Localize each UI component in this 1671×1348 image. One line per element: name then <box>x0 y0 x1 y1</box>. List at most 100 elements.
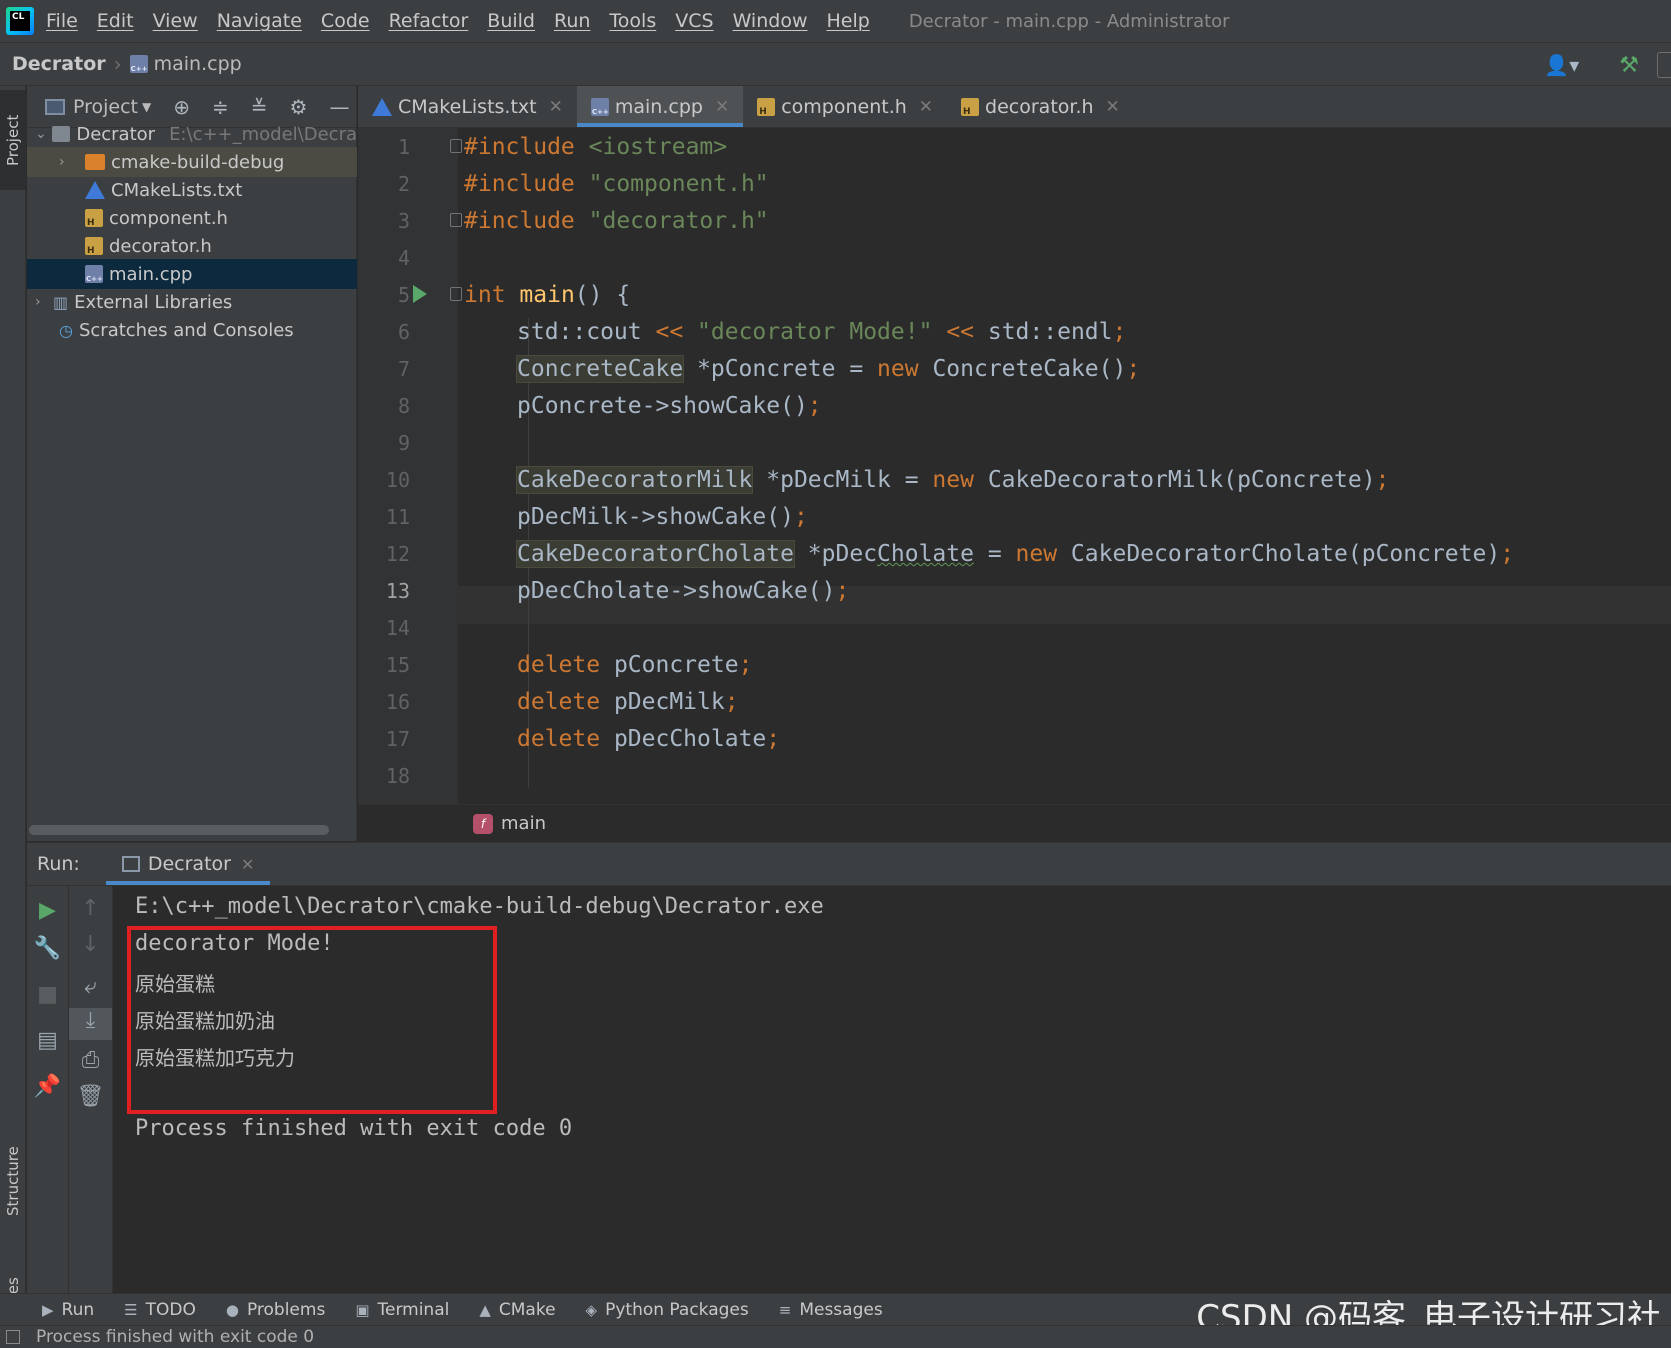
tree-item-cmakelists[interactable]: CMakeLists.txt <box>27 175 357 205</box>
fold-marker-icon[interactable] <box>450 213 462 227</box>
tool-button-todo[interactable]: ☰ TODO <box>124 1300 196 1320</box>
code-editor[interactable]: 1 2 3 4 5 6 7 8 9 10 11 12 13 14 15 16 1… <box>358 128 1671 804</box>
close-icon[interactable]: ✕ <box>919 97 933 117</box>
code-token: ConcreteCake() <box>918 356 1127 382</box>
code-token: *pDecMilk = <box>752 467 933 493</box>
collapse-all-icon[interactable]: ≚ <box>251 95 268 119</box>
arrow-down-icon[interactable]: ↓ <box>69 932 112 957</box>
stop-icon[interactable]: ■ <box>27 982 68 1007</box>
tab-decorator-h[interactable]: decorator.h ✕ <box>947 86 1134 127</box>
line-number: 7 <box>397 357 410 381</box>
tab-main-cpp[interactable]: main.cpp ✕ <box>576 86 744 127</box>
line-number: 14 <box>385 616 410 640</box>
layout-icon[interactable]: ▤ <box>27 1028 68 1053</box>
hide-panel-icon[interactable]: — <box>329 95 349 119</box>
cpp-file-icon <box>590 97 609 116</box>
tree-item-scratches[interactable]: ◷ Scratches and Consoles <box>27 315 357 345</box>
tab-label: component.h <box>781 95 907 118</box>
line-number: 10 <box>385 468 410 492</box>
tab-cmakelists[interactable]: CMakeLists.txt ✕ <box>358 86 577 127</box>
user-account-icon[interactable]: 👤▾ <box>1544 53 1579 77</box>
rerun-icon[interactable]: ▶ <box>27 898 68 923</box>
run-configuration-selector[interactable] <box>1657 52 1671 78</box>
clion-logo-icon: CL <box>6 7 34 35</box>
header-file-icon <box>757 97 776 117</box>
run-main-icon[interactable] <box>413 285 427 303</box>
close-icon[interactable]: ✕ <box>241 855 254 874</box>
menu-edit[interactable]: Edit <box>97 10 134 32</box>
menu-view[interactable]: View <box>153 10 198 32</box>
print-icon[interactable]: ⎙ <box>69 1048 112 1073</box>
tree-item-project-root[interactable]: ⌄ Decrator E:\c++_model\Decra <box>27 119 357 149</box>
function-icon: f <box>473 813 493 834</box>
horizontal-scrollbar[interactable] <box>29 825 329 835</box>
soft-wrap-icon[interactable]: ⤶ <box>69 974 112 999</box>
code-token: ; <box>1500 541 1515 567</box>
menu-tools[interactable]: Tools <box>609 10 656 32</box>
editor-gutter[interactable]: 1 2 3 4 5 6 7 8 9 10 11 12 13 14 15 16 1… <box>358 128 462 804</box>
tree-item-main-cpp[interactable]: main.cpp <box>27 259 357 289</box>
code-token: << <box>946 319 975 345</box>
tree-item-label: Decrator <box>76 123 156 145</box>
menu-navigate[interactable]: Navigate <box>217 10 302 32</box>
tab-component-h[interactable]: component.h ✕ <box>743 86 947 127</box>
tree-item-cmake-build-debug[interactable]: › cmake-build-debug <box>27 147 357 177</box>
expand-all-icon[interactable]: ≑ <box>212 95 229 119</box>
menu-help[interactable]: Help <box>826 10 869 32</box>
breadcrumb-file[interactable]: main.cpp <box>129 53 242 75</box>
menu-build[interactable]: Build <box>487 10 535 32</box>
code-token: "component.h" <box>588 171 769 197</box>
arrow-up-icon[interactable]: ↑ <box>69 896 112 921</box>
build-hammer-icon[interactable]: ⚒ <box>1619 53 1639 78</box>
tree-item-label: External Libraries <box>74 291 233 313</box>
locate-file-icon[interactable]: ⊕ <box>173 95 190 119</box>
cmake-icon <box>85 181 105 199</box>
scroll-to-end-icon[interactable]: ⤓ <box>69 1008 112 1040</box>
tool-button-problems[interactable]: ● Problems <box>226 1300 325 1320</box>
wrench-icon[interactable]: 🔧 <box>27 936 68 961</box>
tree-item-component-h[interactable]: component.h <box>27 203 357 233</box>
pin-icon[interactable]: 📌 <box>27 1074 68 1099</box>
breadcrumb-project[interactable]: Decrator <box>12 53 106 75</box>
header-file-icon <box>961 97 980 117</box>
run-console-output[interactable]: E:\c++_model\Decrator\cmake-build-debug\… <box>113 886 1671 1293</box>
gear-icon[interactable]: ⚙ <box>290 95 308 119</box>
fold-marker-icon[interactable] <box>450 287 462 301</box>
run-tab-decrator[interactable]: Decrator ✕ <box>105 843 271 885</box>
tool-button-messages[interactable]: ≡ Messages <box>779 1300 883 1320</box>
menu-window[interactable]: Window <box>733 10 808 32</box>
tree-item-external-libraries[interactable]: › ▥ External Libraries <box>27 287 357 317</box>
code-token: delete <box>517 652 601 678</box>
close-icon[interactable]: ✕ <box>1106 97 1120 117</box>
breadcrumb-function[interactable]: main <box>501 813 546 834</box>
chevron-down-icon[interactable]: ▼ <box>142 100 151 114</box>
tool-button-python-packages[interactable]: ◈ Python Packages <box>586 1300 749 1320</box>
tool-tab-structure[interactable]: Structure <box>0 1126 26 1236</box>
code-token: std::endl <box>974 319 1113 345</box>
tool-windows-toggle-icon[interactable] <box>6 1330 20 1344</box>
trash-icon[interactable]: 🗑 <box>69 1084 112 1109</box>
close-icon[interactable]: ✕ <box>715 97 729 117</box>
menu-refactor[interactable]: Refactor <box>389 10 469 32</box>
tool-button-terminal[interactable]: ▣ Terminal <box>355 1300 449 1320</box>
tree-item-decorator-h[interactable]: decorator.h <box>27 231 357 261</box>
menu-run[interactable]: Run <box>554 10 590 32</box>
chevron-down-icon[interactable]: ⌄ <box>35 126 50 142</box>
tree-item-label: cmake-build-debug <box>111 151 285 173</box>
menu-vcs[interactable]: VCS <box>675 10 713 32</box>
header-file-icon <box>85 237 103 256</box>
close-icon[interactable]: ✕ <box>549 97 563 117</box>
tool-button-run[interactable]: ▶ Run <box>42 1300 94 1320</box>
menu-file[interactable]: File <box>46 10 78 32</box>
fold-marker-icon[interactable] <box>450 139 462 153</box>
code-token: () { <box>574 282 631 308</box>
tool-button-cmake[interactable]: ▲ CMake <box>479 1300 555 1320</box>
folder-icon <box>51 126 71 142</box>
chevron-right-icon[interactable]: › <box>59 154 75 170</box>
line-number: 17 <box>385 727 410 751</box>
project-view-dropdown[interactable]: Project <box>73 96 138 118</box>
menu-code[interactable]: Code <box>321 10 370 32</box>
chevron-right-icon[interactable]: › <box>35 294 51 310</box>
tool-tab-project[interactable]: Project <box>0 90 26 190</box>
code-token: = <box>973 541 1016 567</box>
